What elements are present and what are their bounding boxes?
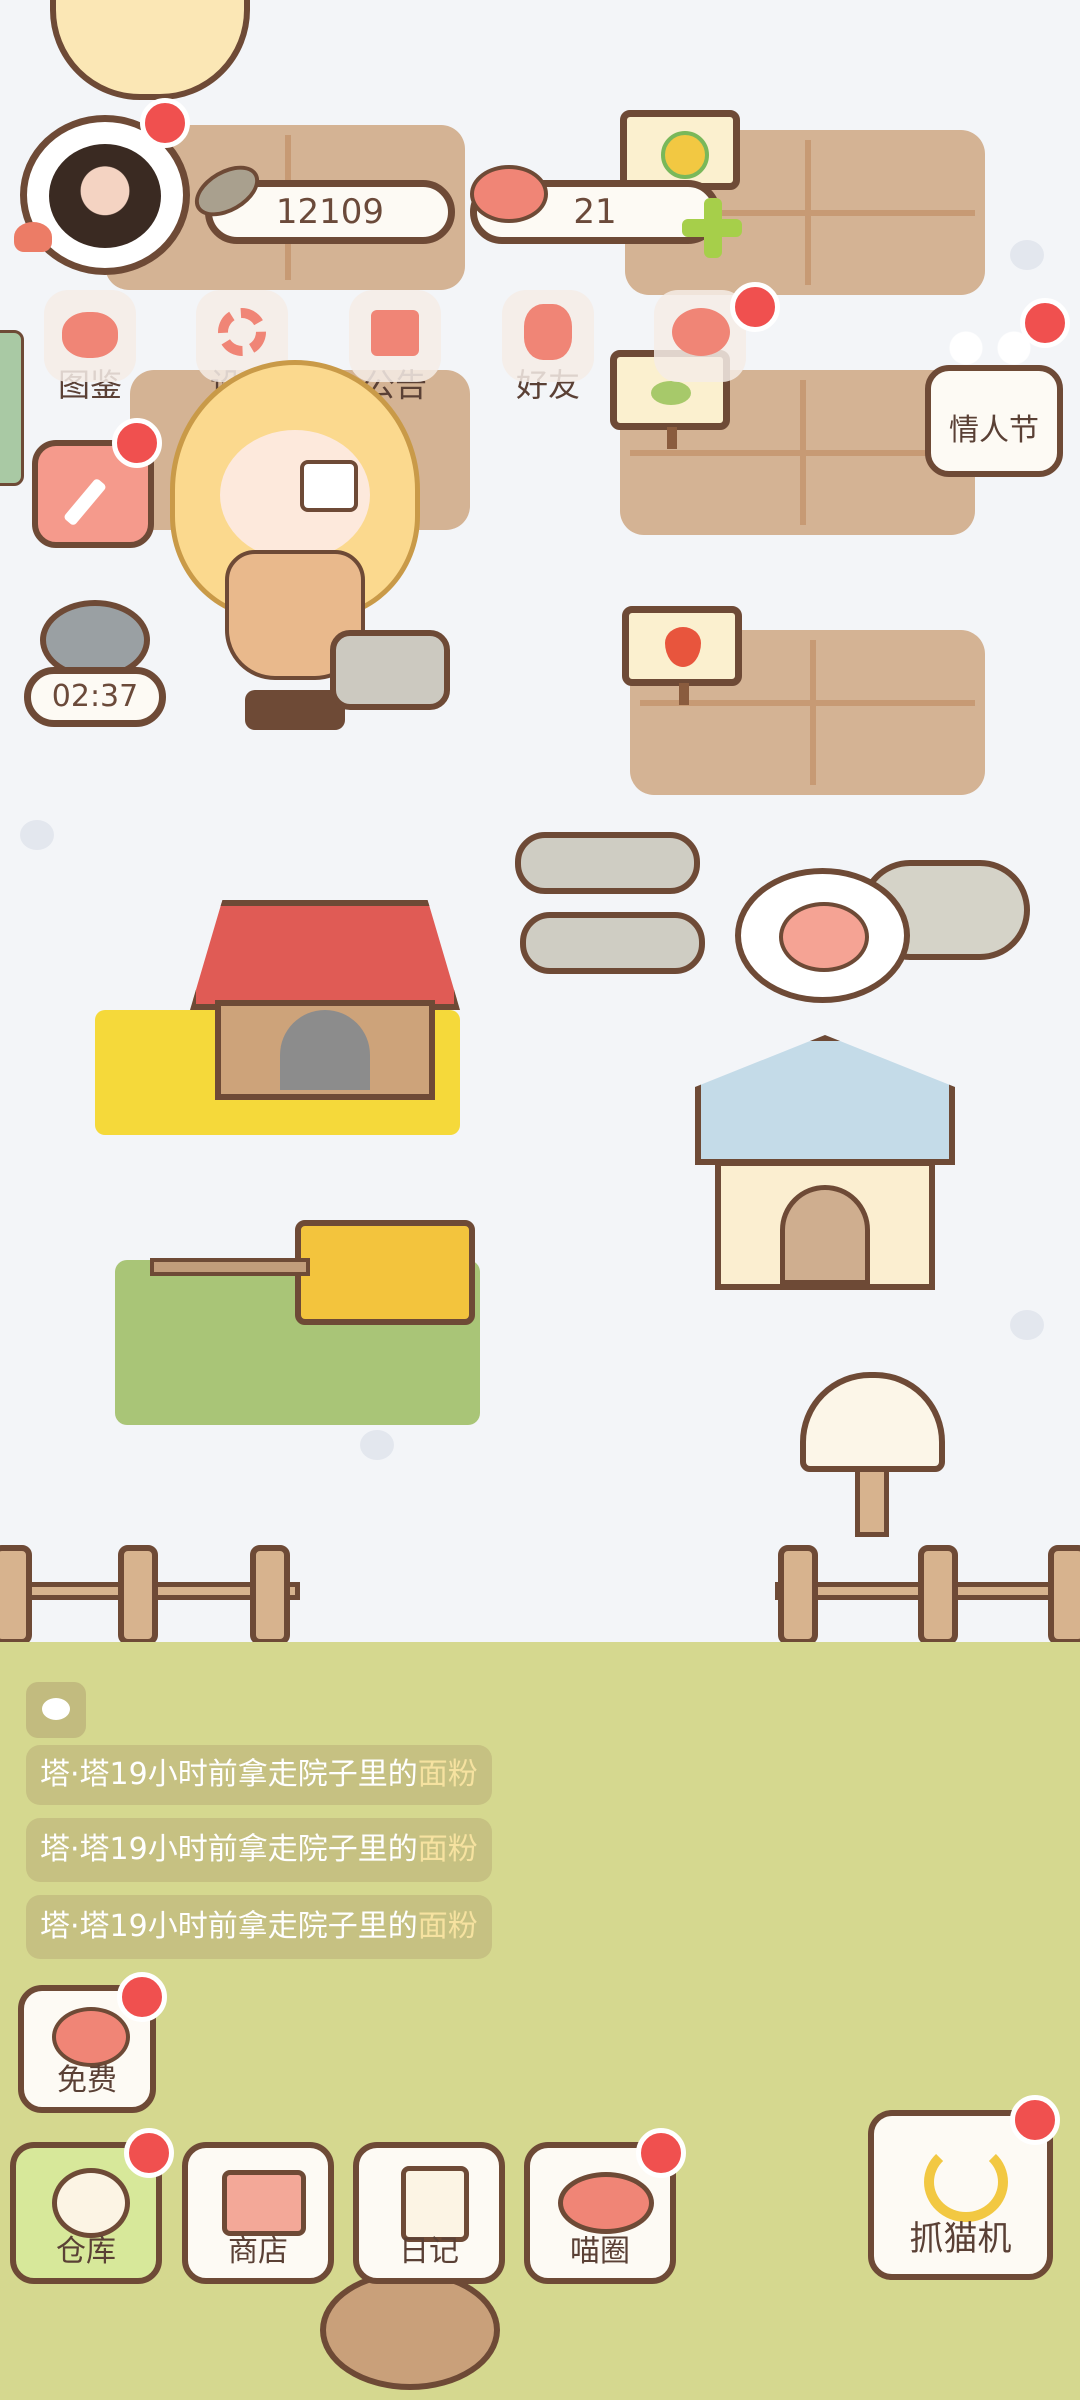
corn-sign[interactable] [620, 110, 740, 209]
small-fence [150, 1258, 310, 1276]
house-roof [695, 1035, 955, 1165]
paw-print-decoration [1010, 1310, 1044, 1340]
feed-item: 塔·塔19小时前拿走院子里的面粉 [26, 1818, 492, 1882]
shop-button[interactable]: 商店 [182, 2142, 334, 2284]
shop-label: 商店 [228, 2234, 288, 2269]
warehouse-label: 仓库 [56, 2234, 116, 2269]
paw-print-decoration [360, 1430, 394, 1460]
feed-item-name: 面粉 [417, 1757, 478, 1792]
cat-planet-icon [558, 2172, 654, 2234]
strawberry-sign[interactable] [622, 606, 742, 705]
friends-icon [502, 290, 594, 382]
heart-value: 21 [573, 192, 617, 232]
pencil-icon [62, 477, 108, 527]
feed-item-name: 面粉 [417, 1832, 478, 1867]
rock-seat [330, 630, 450, 710]
avatar [49, 144, 161, 248]
valentine-label: 情人节 [949, 413, 1039, 448]
circle-label: 喵圈 [570, 2234, 630, 2269]
timer-pill[interactable]: 02:37 [24, 667, 166, 727]
coop-door [280, 1010, 370, 1090]
dog-mascot [50, 0, 250, 100]
feed-text: 塔·塔19小时前拿走院子里的 [40, 1757, 418, 1792]
claw-icon [924, 2142, 1008, 2222]
notification-badge [112, 418, 162, 468]
diary-button[interactable]: 日记 [353, 2142, 505, 2284]
coin-value: 12109 [275, 192, 385, 232]
feed-text: 塔·塔19小时前拿走院子里的 [40, 1909, 418, 1944]
house-door [780, 1185, 870, 1285]
valentine-event-button[interactable]: 情人节 [925, 365, 1063, 477]
heart-currency-icon [470, 165, 548, 223]
notification-badge [636, 2128, 686, 2178]
eye-patch [300, 460, 358, 512]
strawberry-icon [665, 627, 701, 667]
notification-badge [140, 98, 190, 148]
notification-badge [124, 2128, 174, 2178]
feed-text: 塔·塔19小时前拿走院子里的 [40, 1832, 418, 1867]
hay-bales [295, 1220, 475, 1325]
fence-post [250, 1545, 290, 1645]
pig-icon [779, 902, 869, 972]
coop-roof [190, 900, 460, 1010]
dog-house[interactable] [695, 1035, 955, 1295]
chicken-coop[interactable] [190, 900, 460, 1110]
notification-badge [1010, 2095, 1060, 2145]
fence-post [778, 1545, 818, 1645]
paw-print-decoration [20, 820, 54, 850]
timer-value: 02:37 [51, 679, 139, 714]
raccoon-mascot [320, 2270, 500, 2390]
fence-post [0, 1545, 32, 1645]
add-hearts-button[interactable] [682, 198, 742, 258]
mailbox-top [800, 1372, 945, 1472]
menu-atlas[interactable]: 图鉴 [30, 290, 150, 406]
feed-item-name: 面粉 [417, 1909, 478, 1944]
stepping-stone [515, 832, 700, 894]
cat-head-icon [44, 290, 136, 382]
paw-print-decoration [1010, 240, 1044, 270]
free-label: 免费 [57, 2063, 117, 2098]
feed-item: 塔·塔19小时前拿走院子里的面粉 [26, 1745, 492, 1805]
fence-post [918, 1545, 958, 1645]
menu-friends[interactable]: 好友 [488, 290, 608, 406]
corn-icon [661, 131, 709, 179]
side-tab[interactable] [0, 330, 24, 486]
notification-badge [1020, 298, 1070, 348]
claw-machine-label: 抓猫机 [909, 2219, 1012, 2259]
heart-icon [42, 1698, 70, 1720]
mailbox[interactable] [800, 1372, 945, 1547]
feed-toggle-button[interactable] [26, 1682, 86, 1738]
notification-badge [730, 282, 780, 332]
mushroom-icon [14, 222, 52, 252]
speech-bubble[interactable] [735, 868, 910, 1003]
mailbox-post [855, 1467, 889, 1537]
sprout-icon [651, 381, 691, 405]
fence-post [1048, 1545, 1080, 1645]
diary-label: 日记 [399, 2234, 459, 2269]
fence-post [118, 1545, 158, 1645]
feed-item: 塔·塔19小时前拿走院子里的面粉 [26, 1895, 492, 1959]
notification-badge [117, 1972, 167, 2022]
stepping-stone [520, 912, 705, 974]
